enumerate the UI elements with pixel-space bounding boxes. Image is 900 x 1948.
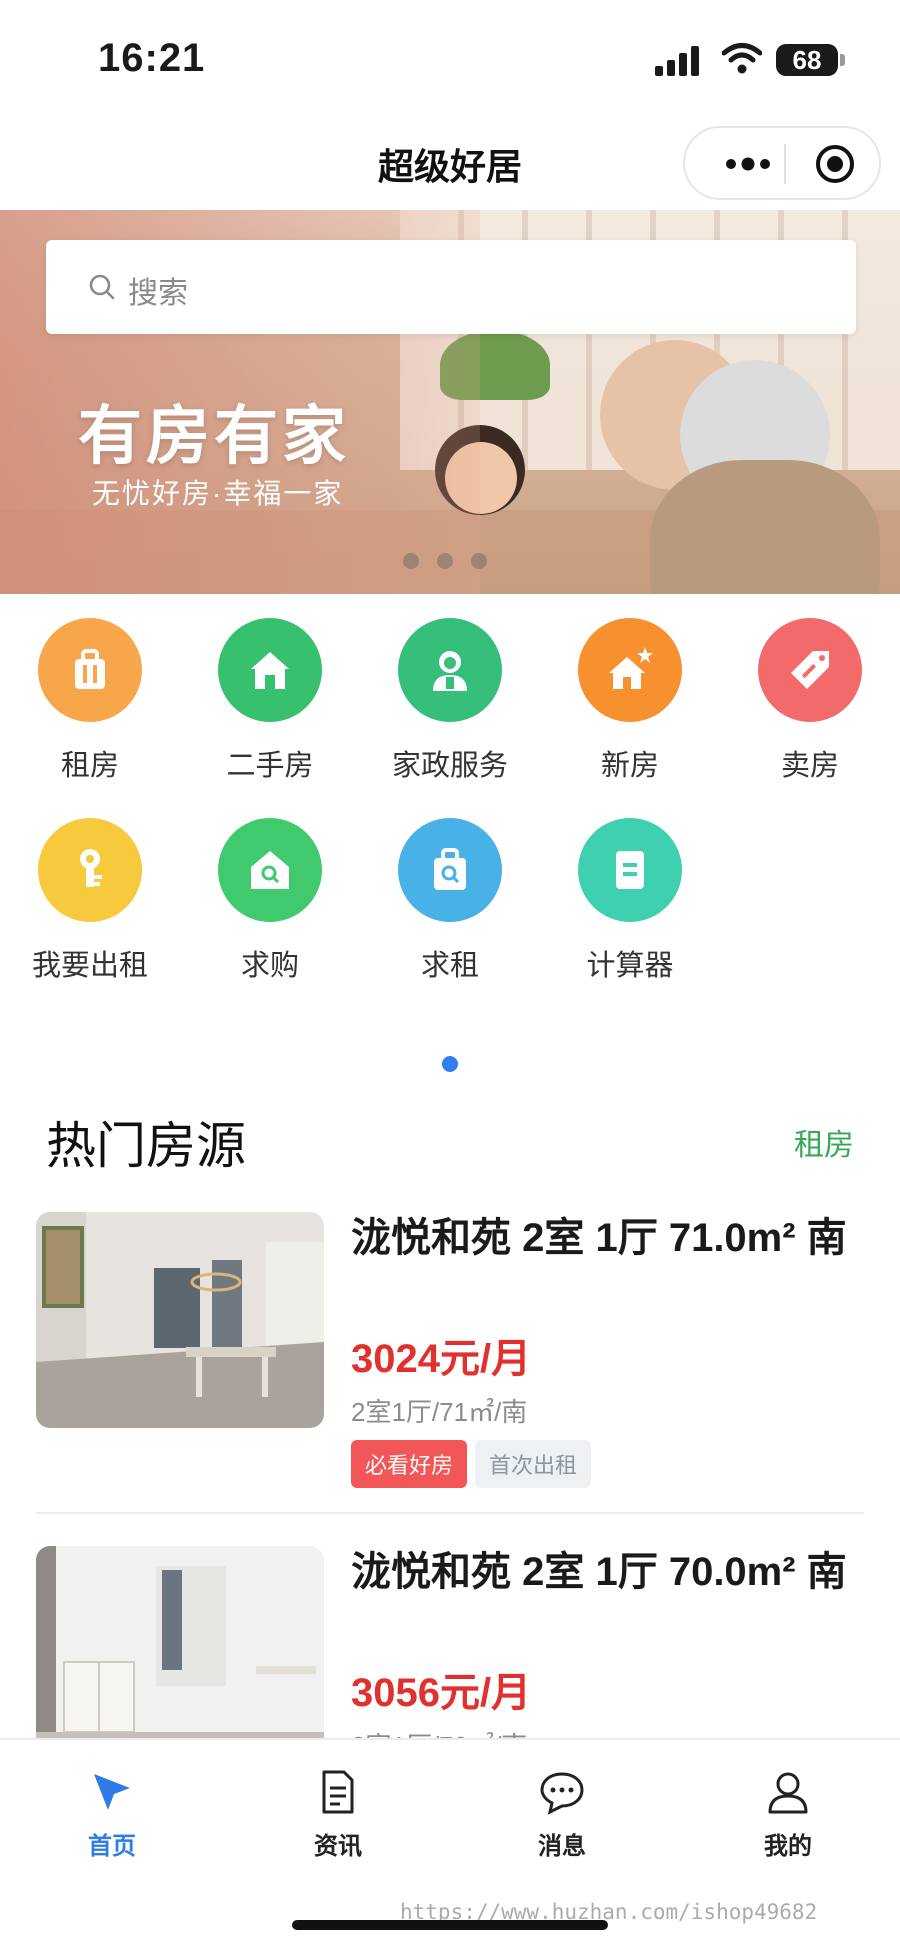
listing-card[interactable]: 泷悦和苑 2室 1厅 70.0m² 南 3056元/月 2室1厅/70㎡/南 xyxy=(36,1546,864,1762)
grid-label: 卖房 xyxy=(780,750,839,782)
listing-title: 泷悦和苑 2室 1厅 70.0m² 南 xyxy=(351,1550,847,1594)
tab-label: 资讯 xyxy=(314,1833,362,1860)
status-time: 16:21 xyxy=(98,36,206,80)
chat-bubble-icon xyxy=(540,1772,584,1815)
grid-item-calculator[interactable]: 计算器 xyxy=(540,818,720,984)
tag-first-rental: 首次出租 xyxy=(475,1440,592,1488)
listing-tags: 必看好房 首次出租 xyxy=(351,1440,592,1488)
capsule-divider xyxy=(784,144,786,184)
listing-title: 泷悦和苑 2室 1厅 71.0m² 南 xyxy=(351,1216,847,1260)
grid-item-buy-request[interactable]: 求购 xyxy=(180,818,360,984)
tab-messages[interactable]: 消息 xyxy=(492,1768,632,1861)
grid-item-sell[interactable]: 卖房 xyxy=(720,618,900,784)
search-icon xyxy=(89,274,115,300)
grid-label: 我要出租 xyxy=(31,950,148,982)
banner-pagination xyxy=(403,553,487,569)
grid-item-housekeeping[interactable]: 家政服务 xyxy=(360,618,540,784)
housekeeper-icon xyxy=(398,618,502,722)
key-icon xyxy=(38,818,142,922)
nav-bar: 超级好居 xyxy=(0,110,900,210)
sale-tag-icon xyxy=(758,618,862,722)
listing-card[interactable]: 泷悦和苑 2室 1厅 71.0m² 南 3024元/月 2室1厅/71㎡/南 必… xyxy=(36,1212,864,1492)
miniprogram-capsule xyxy=(683,126,881,200)
tab-label: 我的 xyxy=(764,1833,812,1860)
banner-title: 有房有家 xyxy=(78,400,350,472)
cellular-signal-icon xyxy=(655,46,699,76)
listing-divider xyxy=(36,1512,864,1514)
banner-dot[interactable] xyxy=(437,553,453,569)
grid-label: 二手房 xyxy=(226,750,314,782)
close-miniprogram-icon[interactable] xyxy=(813,142,857,186)
search-input[interactable]: 搜索 xyxy=(128,268,188,312)
home-arrow-icon xyxy=(94,1774,130,1810)
grid-label: 家政服务 xyxy=(391,750,508,782)
house-icon xyxy=(218,618,322,722)
section-link-rent[interactable]: 租房 xyxy=(794,1120,854,1164)
tab-label: 首页 xyxy=(88,1833,136,1860)
calculator-icon xyxy=(578,818,682,922)
banner-dot[interactable] xyxy=(471,553,487,569)
grid-label: 新房 xyxy=(600,750,659,782)
banner-dot[interactable] xyxy=(403,553,419,569)
listing-photo xyxy=(36,1212,324,1428)
status-bar: 16:21 68 xyxy=(0,0,900,110)
new-house-icon xyxy=(578,618,682,722)
tab-home[interactable]: 首页 xyxy=(42,1768,182,1861)
section-title: 热门房源 xyxy=(46,1118,246,1174)
grid-item-rent-request[interactable]: 求租 xyxy=(360,818,540,984)
battery-tip xyxy=(840,54,845,66)
tab-label: 消息 xyxy=(538,1833,586,1860)
listing-photo xyxy=(36,1546,324,1762)
search-bar[interactable]: 搜索 xyxy=(46,240,856,334)
grid-item-new-house[interactable]: 新房 xyxy=(540,618,720,784)
listing-info: 2室1厅/71㎡/南 xyxy=(351,1397,528,1427)
banner-person-grandma-body xyxy=(650,460,880,594)
grid-item-second-hand[interactable]: 二手房 xyxy=(180,618,360,784)
house-search-icon xyxy=(218,818,322,922)
home-indicator[interactable] xyxy=(292,1920,608,1930)
battery-indicator: 68 xyxy=(776,44,838,76)
listing-price: 3024元/月 xyxy=(351,1337,532,1381)
tag-must-see: 必看好房 xyxy=(351,1440,468,1488)
tab-news[interactable]: 资讯 xyxy=(268,1768,408,1861)
luggage-icon xyxy=(38,618,142,722)
grid-label: 租房 xyxy=(60,750,119,782)
grid-label: 求租 xyxy=(420,950,479,982)
grid-item-rent[interactable]: 租房 xyxy=(0,618,180,784)
tab-profile[interactable]: 我的 xyxy=(718,1768,858,1861)
banner-subtitle: 无忧好房·幸福一家 xyxy=(92,478,344,509)
document-icon xyxy=(322,1770,354,1814)
user-icon xyxy=(768,1772,808,1814)
grid-label: 求购 xyxy=(240,950,299,982)
listing-price: 3056元/月 xyxy=(351,1671,532,1715)
more-icon[interactable] xyxy=(723,150,773,178)
grid-item-rent-out[interactable]: 我要出租 xyxy=(0,818,180,984)
luggage-search-icon xyxy=(398,818,502,922)
wifi-icon xyxy=(722,43,762,74)
grid-label: 计算器 xyxy=(586,950,674,982)
grid-pagination-dot xyxy=(442,1056,458,1072)
